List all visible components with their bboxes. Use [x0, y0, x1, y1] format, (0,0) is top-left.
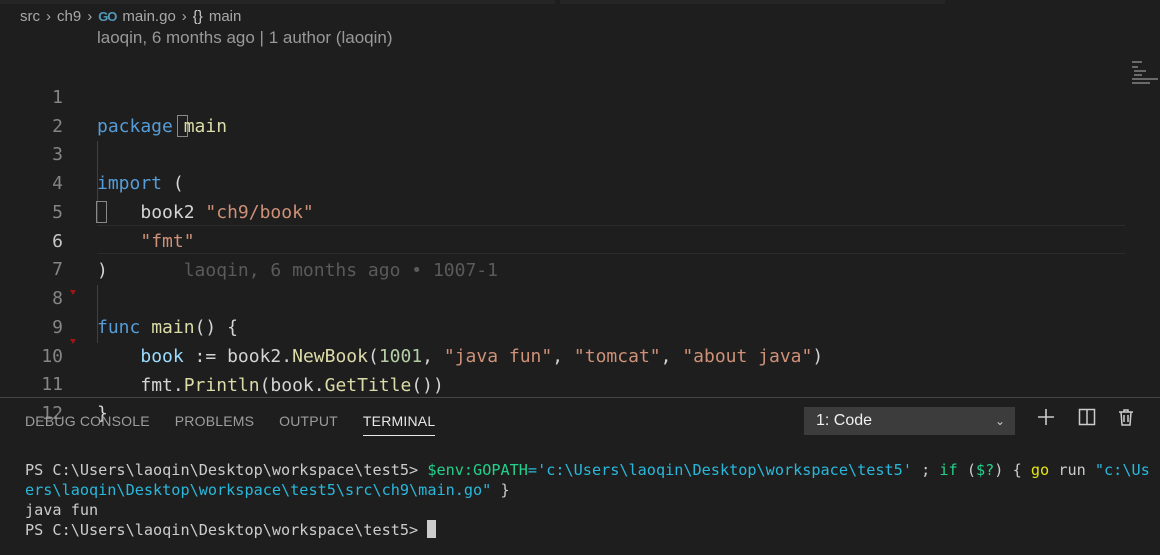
- terminal-token: "c:\Us: [1094, 461, 1150, 479]
- terminal-token: 'c:\Users\laoqin\Desktop\workspace\test5…: [537, 461, 912, 479]
- code-line: 9 book := book2.NewBook(1001, "java fun"…: [0, 284, 1125, 367]
- code-line: 11 }: [0, 341, 1125, 424]
- breadcrumb-ch9[interactable]: ch9: [57, 8, 81, 25]
- tab-terminal[interactable]: TERMINAL: [362, 398, 436, 446]
- add-terminal-button[interactable]: [1034, 407, 1058, 431]
- symbol-namespace-icon: {}: [192, 8, 203, 25]
- terminal-token: ) {: [994, 461, 1031, 479]
- tab-output[interactable]: OUTPUT: [279, 398, 338, 446]
- terminal-cursor: [427, 520, 437, 538]
- code-editor[interactable]: laoqin, 6 months ago | 1 author (laoqin)…: [0, 27, 1160, 424]
- code-line: 6 ) laoqin, 6 months ago • 1007-1: [0, 198, 1125, 281]
- terminal-token: $?: [976, 461, 995, 479]
- code-line: 8 func main() {: [0, 255, 1125, 338]
- code-line: 3 import (: [0, 111, 1125, 194]
- code-line: 7: [0, 226, 1125, 280]
- breadcrumb-main-go[interactable]: main.go: [122, 8, 175, 25]
- tab-debug-console[interactable]: DEBUG CONSOLE: [25, 398, 150, 446]
- panel-tabs: DEBUG CONSOLE PROBLEMS OUTPUT TERMINAL: [0, 398, 436, 446]
- terminal-select[interactable]: 1: Code ⌄: [804, 407, 1015, 435]
- split-terminal-button[interactable]: [1075, 407, 1099, 431]
- chevron-right-icon: ›: [87, 8, 93, 25]
- minimap[interactable]: [1130, 57, 1160, 85]
- split-icon: [1078, 408, 1096, 426]
- terminal-token: =: [527, 461, 538, 479]
- terminal-prompt: PS C:\Users\laoqin\Desktop\workspace\tes…: [25, 521, 428, 539]
- chevron-down-icon: ⌄: [994, 414, 1005, 428]
- terminal-token: go: [1030, 461, 1050, 479]
- code-line: 12: [0, 370, 1125, 424]
- terminal-token: ers\laoqin\Desktop\workspace\test5\src\c…: [25, 481, 492, 499]
- chevron-right-icon: ›: [46, 8, 51, 25]
- code-line: 1 package main: [0, 54, 1125, 137]
- code-line: 2: [0, 83, 1125, 137]
- bottom-panel: DEBUG CONSOLE PROBLEMS OUTPUT TERMINAL 1…: [0, 397, 1160, 555]
- terminal-token: }: [491, 481, 510, 499]
- terminal-program-output: java fun: [25, 501, 99, 519]
- kill-terminal-button[interactable]: [1114, 407, 1138, 431]
- tab-problems[interactable]: PROBLEMS: [175, 398, 254, 446]
- terminal-token: ;: [911, 461, 940, 479]
- terminal-token: if: [939, 461, 958, 479]
- plus-icon: [1038, 409, 1054, 425]
- code-line: 4 book2 "ch9/book": [0, 140, 1125, 223]
- terminal-prompt: PS C:\Users\laoqin\Desktop\workspace\tes…: [25, 461, 428, 479]
- breadcrumb-src[interactable]: src: [20, 8, 40, 25]
- go-file-icon: GO: [98, 9, 117, 24]
- terminal-select-value: 1: Code: [816, 412, 873, 429]
- terminal-token: (: [957, 461, 976, 479]
- breadcrumb-main-symbol[interactable]: main: [209, 8, 242, 25]
- chevron-right-icon: ›: [181, 8, 187, 25]
- terminal-output[interactable]: PS C:\Users\laoqin\Desktop\workspace\tes…: [25, 460, 1150, 540]
- terminal-token: $env:GOPATH: [427, 461, 528, 479]
- code-line: 10 fmt.Println(book.GetTitle()): [0, 313, 1125, 396]
- code-line: 5 "fmt": [0, 169, 1125, 252]
- codelens-authors[interactable]: laoqin, 6 months ago | 1 author (laoqin): [97, 28, 393, 48]
- terminal-token: run: [1049, 461, 1095, 479]
- trash-icon: [1119, 409, 1133, 426]
